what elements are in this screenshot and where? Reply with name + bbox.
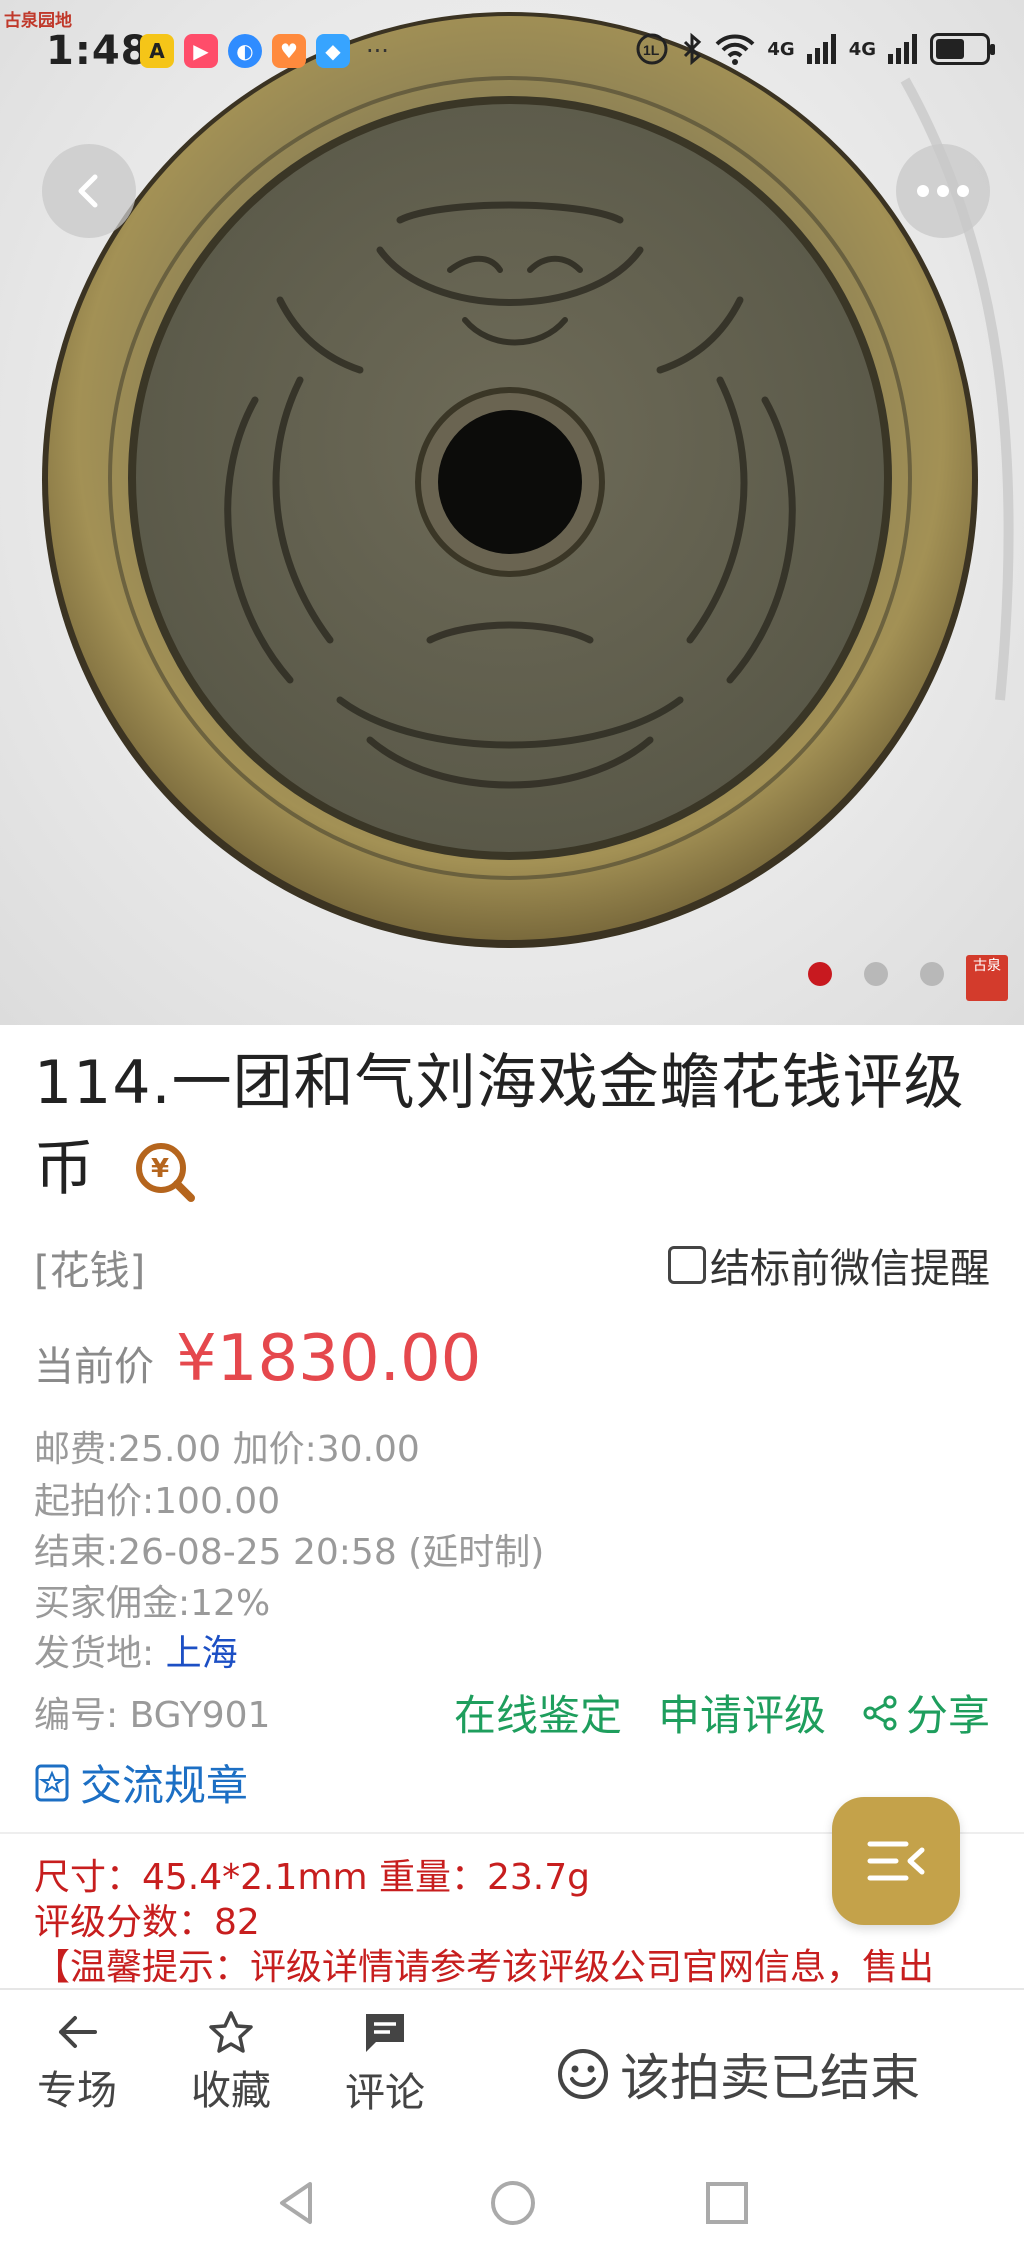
- star-icon: [209, 2011, 253, 2053]
- battery-icon: [930, 33, 995, 65]
- app-browser-icon: ◐: [228, 34, 262, 68]
- comment-icon: [366, 2014, 404, 2052]
- tab-comment[interactable]: 评论: [330, 2010, 440, 2118]
- pager-dot-1[interactable]: [808, 962, 832, 986]
- clock: 1:48: [46, 28, 150, 74]
- nav-home-icon[interactable]: [488, 2178, 538, 2228]
- reminder-label: 结标前微信提醒: [710, 1246, 990, 1292]
- signal-1-label: 4G: [767, 38, 795, 60]
- nav-back-icon[interactable]: [272, 2178, 322, 2228]
- auction-ended-status: 该拍卖已结束: [556, 2038, 920, 2110]
- price-label: 当前价: [34, 1344, 154, 1390]
- menu-collapse-icon: [867, 1841, 925, 1881]
- tab-favorite-label: 收藏: [191, 2068, 271, 2114]
- fee-line: 邮费:25.00 加价:30.00: [34, 1429, 420, 1470]
- share-button[interactable]: 分享: [862, 1682, 990, 1743]
- notice-line: 【温馨提示：评级详情请参考该评级公司官网信息，售出: [34, 1947, 935, 1988]
- svg-text:¥: ¥: [151, 1154, 170, 1184]
- auction-ended-label: 该拍卖已结束: [620, 2049, 920, 2107]
- wifi-icon: [715, 34, 755, 65]
- signal-2-label: 4G: [848, 38, 876, 60]
- back-button[interactable]: [42, 144, 136, 238]
- coin-photo: [42, 12, 1014, 948]
- ship-from: 发货地: 上海: [34, 1624, 238, 1676]
- tab-venue-label: 专场: [37, 2068, 117, 2114]
- share-icon: [863, 1695, 897, 1730]
- price-search-icon[interactable]: ¥: [133, 1140, 197, 1204]
- app-heart-icon: ♥: [272, 34, 306, 68]
- floating-menu-button[interactable]: [832, 1797, 960, 1925]
- ship-from-label: 发货地:: [34, 1633, 166, 1674]
- chevron-left-icon: [78, 174, 98, 208]
- more-options-button[interactable]: [896, 144, 990, 238]
- system-nav-bar: [0, 2158, 1024, 2258]
- pager-dot-2[interactable]: [864, 962, 888, 986]
- wechat-reminder-toggle[interactable]: 结标前微信提醒: [668, 1236, 990, 1294]
- app-a-icon: A: [140, 34, 174, 68]
- tab-venue[interactable]: 专场: [22, 2010, 132, 2116]
- item-number: 编号: BGY901: [34, 1695, 271, 1736]
- current-price: ¥1830.00: [176, 1322, 482, 1396]
- app-video-icon: ▶: [184, 34, 218, 68]
- tab-favorite[interactable]: 收藏: [176, 2010, 286, 2116]
- smiley-icon: [558, 2049, 608, 2099]
- apply-grading-link[interactable]: 申请评级: [658, 1682, 826, 1743]
- status-bar: 古泉园地 1:48 A ▶ ◐ ♥ ◆ ··· 1L 4G 4G: [0, 0, 1024, 110]
- end-time: 结束:26-08-25 20:58 (延时制): [34, 1532, 545, 1573]
- exchange-rules-link[interactable]: 交流规章: [34, 1752, 248, 1813]
- system-status: 1L 4G 4G: [635, 32, 995, 66]
- rules-label: 交流规章: [80, 1761, 249, 1810]
- online-appraisal-link[interactable]: 在线鉴定: [454, 1682, 622, 1743]
- tab-comment-label: 评论: [345, 2070, 425, 2116]
- ship-from-city[interactable]: 上海: [166, 1633, 238, 1674]
- buyer-commission: 买家佣金:12%: [34, 1583, 271, 1624]
- ellipsis-icon: [917, 185, 969, 197]
- more-notifications-icon: ···: [366, 37, 389, 65]
- svg-text:1L: 1L: [643, 42, 660, 58]
- app-cloud-icon: ◆: [316, 34, 350, 68]
- signal-bars-2-icon: [888, 34, 917, 64]
- arrow-left-icon: [59, 2016, 97, 2048]
- seal-stamp: 古泉: [966, 955, 1008, 1001]
- action-links: 在线鉴定 申请评级 分享: [454, 1682, 990, 1743]
- gallery-pager[interactable]: [808, 962, 944, 986]
- share-label: 分享: [905, 1691, 990, 1740]
- current-price-row: 当前价 ¥1830.00: [34, 1322, 481, 1396]
- pager-dot-3[interactable]: [920, 962, 944, 986]
- bluetooth-icon: [684, 32, 702, 66]
- nav-recents-icon[interactable]: [702, 2178, 752, 2228]
- rules-doc-icon: [35, 1764, 69, 1801]
- start-price: 起拍价:100.00: [34, 1481, 281, 1522]
- hd-icon: 1L: [636, 33, 668, 65]
- reminder-checkbox[interactable]: [668, 1246, 706, 1284]
- category-tag[interactable]: [花钱]: [34, 1238, 145, 1296]
- product-image[interactable]: [0, 0, 1024, 1025]
- notification-icons: A ▶ ◐ ♥ ◆ ···: [140, 34, 389, 68]
- signal-bars-1-icon: [806, 34, 836, 64]
- bottom-action-bar: 专场 收藏 评论 该拍卖已结束: [0, 1988, 1024, 2158]
- item-title: 114.一团和气刘海戏金蟾花钱评级币 ¥: [34, 1040, 994, 1212]
